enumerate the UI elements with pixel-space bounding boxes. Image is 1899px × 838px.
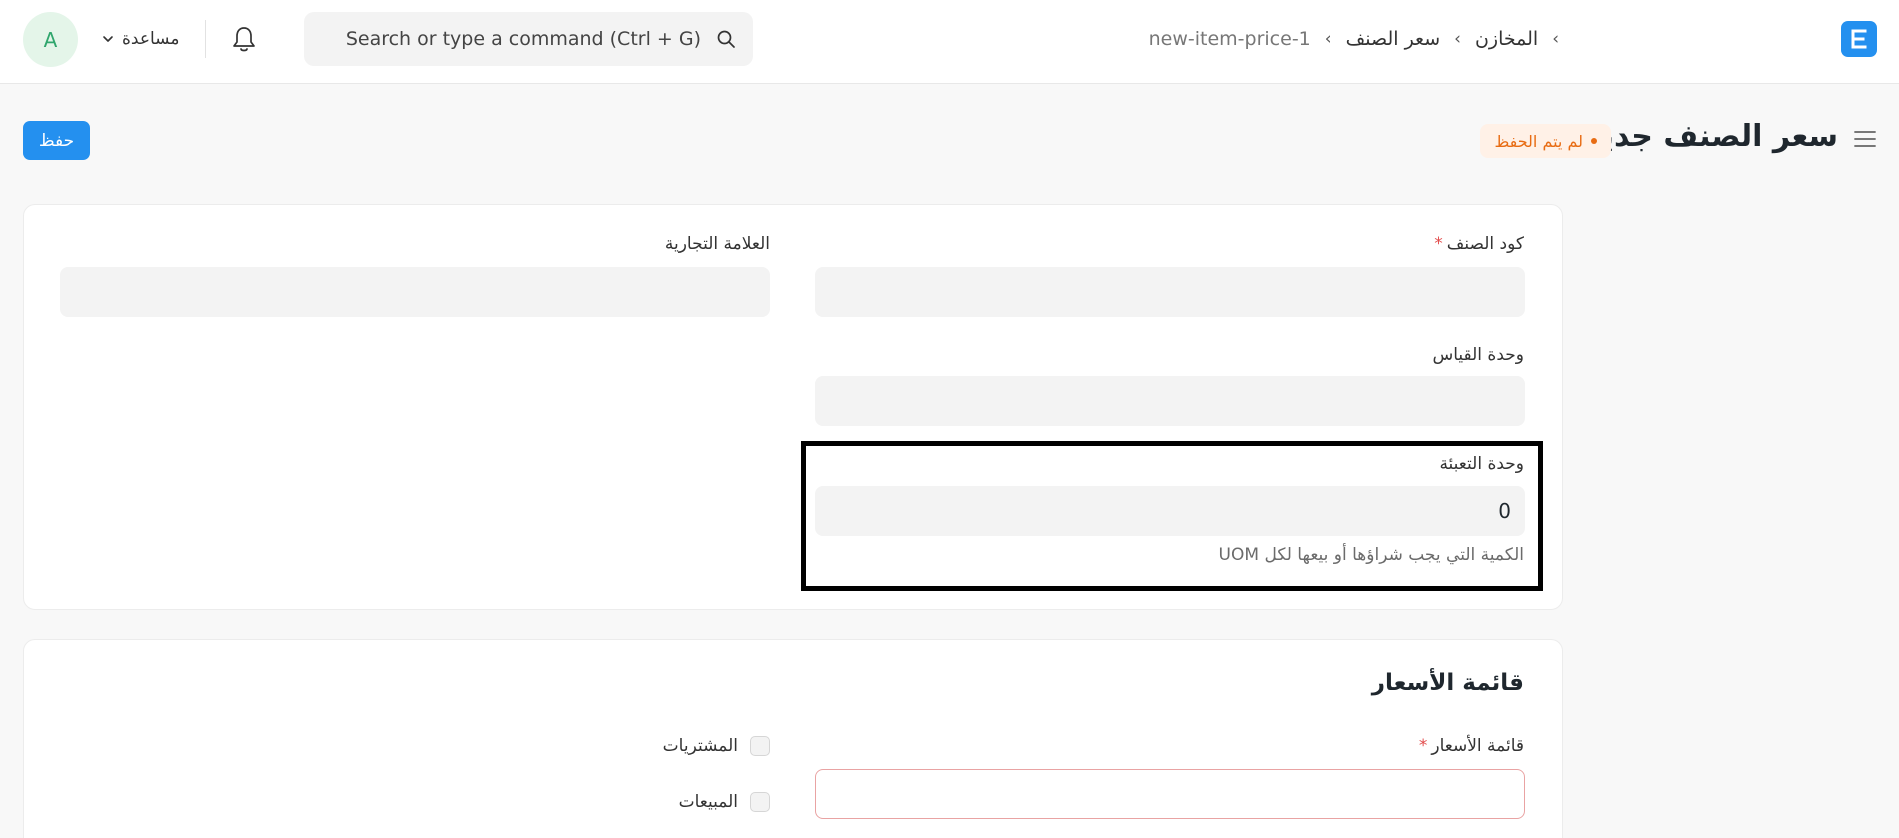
packing-unit-label: وحدة التعبئة xyxy=(1439,454,1524,474)
price-list-label-text: قائمة الأسعار xyxy=(1431,736,1524,756)
packing-unit-description: الكمية التي يجب شراؤها أو بيعها لكل UOM xyxy=(1218,545,1524,565)
breadcrumb-item-item-price[interactable]: سعر الصنف xyxy=(1346,28,1441,50)
bell-icon[interactable] xyxy=(230,24,258,54)
sidebar-toggle-icon[interactable] xyxy=(1853,128,1877,150)
buying-label: المشتريات xyxy=(662,736,738,756)
uom-field[interactable] xyxy=(815,376,1525,426)
breadcrumb-separator: › xyxy=(1552,29,1559,49)
chevron-down-icon xyxy=(103,36,113,42)
breadcrumb-item-current: new-item-price-1 xyxy=(1148,28,1311,50)
required-mark: * xyxy=(1434,234,1443,254)
brand-label: العلامة التجارية xyxy=(664,234,770,254)
breadcrumb-separator: › xyxy=(1324,29,1332,49)
item-code-label: كود الصنف* xyxy=(1434,234,1524,254)
avatar[interactable]: A xyxy=(23,12,78,67)
app-logo[interactable] xyxy=(1841,21,1877,57)
price-list-field[interactable] xyxy=(815,769,1525,819)
search-bar[interactable]: Search or type a command (Ctrl + G) xyxy=(304,12,753,66)
required-mark: * xyxy=(1418,736,1428,756)
selling-checkbox-row[interactable]: المبيعات xyxy=(679,789,770,815)
nav-divider xyxy=(205,20,206,58)
brand-field[interactable] xyxy=(60,267,770,317)
navbar: A مساعدة Search or type a command (Ctrl … xyxy=(0,0,1899,84)
status-badge: لم يتم الحفظ xyxy=(1480,124,1611,158)
status-text: لم يتم الحفظ xyxy=(1494,131,1583,151)
section-title-price-list: قائمة الأسعار xyxy=(1371,670,1524,696)
packing-unit-field[interactable] xyxy=(815,486,1525,536)
search-icon xyxy=(717,30,735,48)
buying-checkbox-row[interactable]: المشتريات xyxy=(663,733,770,759)
item-code-label-text: كود الصنف xyxy=(1446,234,1524,254)
help-dropdown[interactable]: مساعدة xyxy=(100,24,179,54)
price-list-label: قائمة الأسعار* xyxy=(1419,736,1524,756)
save-button[interactable]: حفظ xyxy=(23,121,90,160)
status-dot xyxy=(1591,138,1597,144)
selling-label: المبيعات xyxy=(678,792,738,812)
selling-checkbox[interactable] xyxy=(750,792,770,812)
breadcrumb-separator: › xyxy=(1454,29,1461,49)
breadcrumb-item-stock[interactable]: المخازن xyxy=(1475,28,1538,50)
help-label: مساعدة xyxy=(122,29,180,49)
page-title: سعر الصنف جديد xyxy=(1585,119,1838,154)
logo-icon xyxy=(1851,29,1867,49)
breadcrumb: › المخازن › سعر الصنف › new-item-price-1 xyxy=(1149,20,1559,58)
item-code-field[interactable] xyxy=(815,267,1525,317)
search-placeholder: Search or type a command (Ctrl + G) xyxy=(345,28,701,50)
uom-label: وحدة القياس xyxy=(1432,345,1524,365)
buying-checkbox[interactable] xyxy=(750,736,770,756)
